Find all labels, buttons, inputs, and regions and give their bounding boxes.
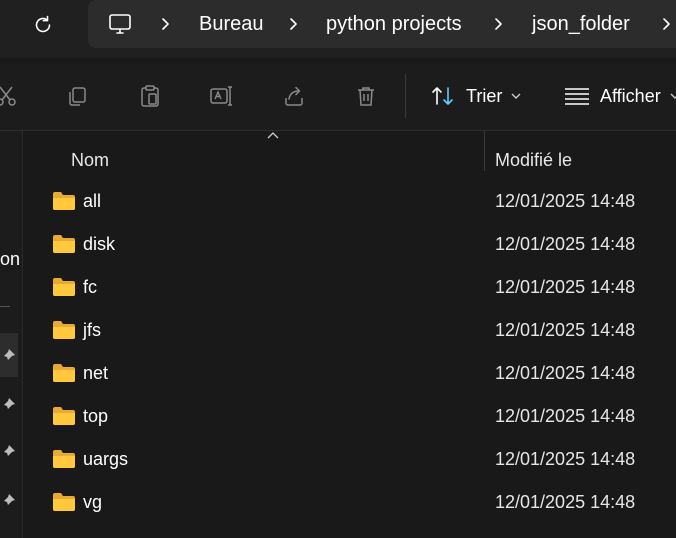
command-bar: Trier Afficher bbox=[0, 62, 676, 131]
list-item[interactable]: top 12/01/2025 14:48 bbox=[27, 395, 676, 438]
column-header-modified[interactable]: Modifié le bbox=[495, 139, 572, 181]
folder-icon bbox=[53, 192, 75, 210]
folder-icon bbox=[53, 493, 75, 511]
sort-ascending-icon bbox=[267, 132, 279, 139]
list-item[interactable]: vg 12/01/2025 14:48 bbox=[27, 481, 676, 524]
pin-icon bbox=[3, 445, 15, 457]
pin-icon bbox=[3, 398, 15, 410]
copy-button[interactable] bbox=[57, 76, 97, 116]
file-modified: 12/01/2025 14:48 bbox=[495, 363, 636, 383]
list-item[interactable]: disk 12/01/2025 14:48 bbox=[27, 223, 676, 266]
nav-item-label[interactable]: on bbox=[0, 249, 20, 270]
chevron-down-icon bbox=[670, 93, 676, 99]
file-name: jfs bbox=[83, 320, 101, 340]
list-item[interactable]: net 12/01/2025 14:48 bbox=[27, 352, 676, 395]
refresh-button[interactable] bbox=[24, 6, 62, 44]
file-modified: 12/01/2025 14:48 bbox=[495, 406, 636, 426]
chevron-down-icon bbox=[511, 93, 521, 99]
folder-icon bbox=[53, 235, 75, 253]
folder-icon bbox=[53, 407, 75, 425]
chevron-right-icon bbox=[162, 18, 169, 30]
nav-pinned-item[interactable] bbox=[0, 478, 18, 522]
paste-button[interactable] bbox=[130, 76, 170, 116]
chevron-right-icon bbox=[290, 18, 297, 30]
file-modified: 12/01/2025 14:48 bbox=[495, 320, 636, 340]
file-modified: 12/01/2025 14:48 bbox=[495, 277, 636, 297]
share-button[interactable] bbox=[274, 76, 314, 116]
column-divider[interactable] bbox=[484, 131, 485, 171]
breadcrumb-bureau[interactable]: Bureau bbox=[199, 0, 264, 48]
file-name: disk bbox=[83, 234, 116, 254]
chevron-right-icon bbox=[663, 18, 670, 30]
breadcrumb-separator[interactable] bbox=[286, 0, 300, 48]
breadcrumb-json-folder[interactable]: json_folder bbox=[532, 0, 630, 48]
file-explorer-window: Bureau python projects json_folder Trier… bbox=[0, 0, 676, 538]
folder-icon bbox=[53, 450, 75, 468]
share-icon bbox=[285, 86, 303, 106]
breadcrumb-separator[interactable] bbox=[158, 0, 172, 48]
delete-button[interactable] bbox=[346, 76, 386, 116]
pin-icon bbox=[3, 349, 15, 361]
file-name: top bbox=[83, 406, 109, 426]
view-button[interactable]: Afficher bbox=[564, 76, 676, 116]
folder-icon bbox=[53, 278, 75, 296]
sort-label: Trier bbox=[466, 85, 503, 106]
view-label: Afficher bbox=[600, 85, 661, 106]
file-name: net bbox=[83, 363, 109, 383]
list-item[interactable]: uargs 12/01/2025 14:48 bbox=[27, 438, 676, 481]
refresh-icon bbox=[35, 15, 51, 33]
nav-pinned-item[interactable] bbox=[0, 382, 18, 426]
list-item[interactable]: all 12/01/2025 14:48 bbox=[27, 180, 676, 223]
file-name: all bbox=[83, 191, 102, 211]
address-row: Bureau python projects json_folder bbox=[0, 0, 676, 58]
file-modified: 12/01/2025 14:48 bbox=[495, 234, 636, 254]
nav-separator bbox=[0, 306, 10, 307]
cut-icon bbox=[0, 86, 16, 106]
file-name: uargs bbox=[83, 449, 129, 469]
nav-pinned-item[interactable] bbox=[0, 333, 18, 377]
view-lines-icon bbox=[565, 88, 589, 105]
sort-button[interactable]: Trier bbox=[430, 76, 522, 116]
paste-icon bbox=[141, 85, 159, 107]
file-name: vg bbox=[83, 492, 103, 512]
breadcrumb-separator[interactable] bbox=[659, 0, 673, 48]
computer-icon bbox=[109, 14, 131, 34]
list-item[interactable]: jfs 12/01/2025 14:48 bbox=[27, 309, 676, 352]
rename-icon bbox=[210, 86, 232, 106]
chevron-right-icon bbox=[495, 18, 502, 30]
file-modified: 12/01/2025 14:48 bbox=[495, 449, 636, 469]
column-header-name[interactable]: Nom bbox=[71, 139, 109, 181]
address-bar[interactable]: Bureau python projects json_folder bbox=[88, 0, 676, 48]
toolbar-divider bbox=[405, 74, 406, 118]
cut-button[interactable] bbox=[0, 76, 26, 116]
breadcrumb-python-projects[interactable]: python projects bbox=[326, 0, 462, 48]
navigation-pane: on bbox=[0, 131, 23, 538]
rename-button[interactable] bbox=[202, 76, 242, 116]
copy-icon bbox=[69, 87, 86, 106]
folder-icon bbox=[53, 321, 75, 339]
file-name: fc bbox=[83, 277, 98, 297]
list-item[interactable]: fc 12/01/2025 14:48 bbox=[27, 266, 676, 309]
file-list: Nom Modifié le all 12/01/2025 14:48 disk… bbox=[23, 131, 676, 538]
nav-pinned-item[interactable] bbox=[0, 429, 18, 473]
folder-icon bbox=[53, 364, 75, 382]
sort-icon bbox=[432, 87, 453, 105]
computer-location[interactable] bbox=[108, 0, 132, 48]
file-modified: 12/01/2025 14:48 bbox=[495, 492, 636, 512]
breadcrumb-separator[interactable] bbox=[491, 0, 505, 48]
delete-icon bbox=[358, 87, 374, 106]
file-modified: 12/01/2025 14:48 bbox=[495, 191, 636, 211]
pin-icon bbox=[3, 494, 15, 506]
